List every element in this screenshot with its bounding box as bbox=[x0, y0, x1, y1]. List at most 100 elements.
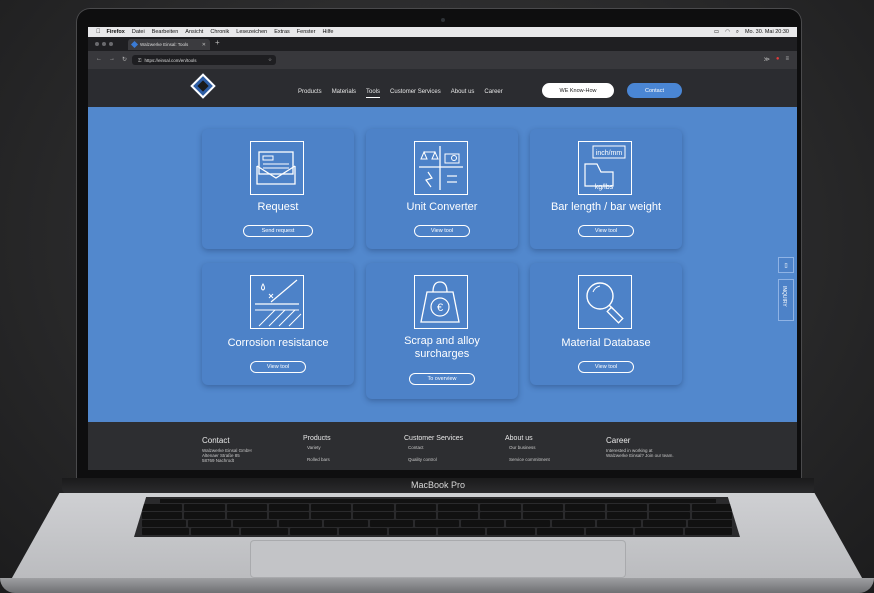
footer-career: Career Interested in working at Walzwerk… bbox=[606, 436, 674, 458]
close-window-icon[interactable] bbox=[95, 42, 99, 46]
extension-icon[interactable]: ≫ bbox=[764, 56, 770, 63]
favicon-icon bbox=[130, 40, 139, 49]
footer-heading[interactable]: Products bbox=[303, 435, 331, 442]
wifi-icon[interactable]: ◠ bbox=[725, 29, 730, 35]
site-logo[interactable] bbox=[190, 73, 216, 99]
converter-icon bbox=[414, 141, 468, 195]
view-tool-button[interactable]: View tool bbox=[250, 361, 306, 373]
address-bar[interactable]: ⚿ https://einsal.com/en/tools ☆ bbox=[132, 55, 276, 65]
footer-about: About us Our business Service commitment bbox=[505, 435, 550, 462]
inquiry-label: INQUIRY bbox=[781, 286, 787, 307]
site-header: Products Materials Tools Customer Servic… bbox=[88, 69, 797, 107]
card-title: Corrosion resistance bbox=[227, 337, 329, 349]
laptop-front-edge bbox=[0, 578, 874, 593]
tab-title: Walzwerke Einsal: Tools bbox=[140, 42, 189, 47]
nav-customer-services[interactable]: Customer Services bbox=[390, 89, 441, 98]
clock[interactable]: Mo. 30. Mai 20:30 bbox=[745, 29, 789, 35]
corrosion-icon bbox=[250, 275, 304, 329]
menu-fenster[interactable]: Fenster bbox=[297, 29, 316, 35]
footer-line: 58769 Nachrodt bbox=[202, 458, 235, 463]
menu-bearbeiten[interactable]: Bearbeiten bbox=[152, 29, 179, 35]
battery-icon[interactable]: ▭ bbox=[714, 29, 719, 35]
browser-tab[interactable]: Walzwerke Einsal: Tools ✕ bbox=[128, 39, 210, 50]
menu-chronik[interactable]: Chronik bbox=[210, 29, 229, 35]
menu-extras[interactable]: Extras bbox=[274, 29, 290, 35]
trackpad bbox=[250, 540, 626, 578]
tab-bar: Walzwerke Einsal: Tools ✕ + bbox=[88, 37, 797, 51]
nav-about-us[interactable]: About us bbox=[451, 89, 475, 98]
card-title: Material Database bbox=[561, 337, 651, 349]
footer-link[interactable]: Variety bbox=[307, 445, 331, 450]
footer-line: Walzwerke Einsal? Join our team. bbox=[606, 453, 674, 458]
touch-bar bbox=[160, 499, 716, 503]
footer-heading[interactable]: About us bbox=[505, 435, 550, 442]
footer-link[interactable]: Service commitment bbox=[509, 457, 550, 462]
reload-icon[interactable]: ↻ bbox=[122, 56, 127, 63]
mac-menubar:  Firefox Datei Bearbeiten Ansicht Chron… bbox=[88, 27, 797, 37]
apple-icon[interactable]:  bbox=[96, 29, 101, 35]
icon-label-top: inch/mm bbox=[596, 150, 623, 157]
magnifier-icon bbox=[578, 275, 632, 329]
extensions: ≫ ● ≡ bbox=[764, 56, 789, 63]
nav-buttons: ← → ↻ bbox=[96, 56, 127, 63]
lock-icon: ⚿ bbox=[138, 57, 142, 63]
footer-products: Products Variety Rolled bars bbox=[303, 435, 331, 462]
contact-button[interactable]: Contact bbox=[627, 83, 682, 98]
card-title: Bar length / bar weight bbox=[550, 201, 662, 213]
back-icon[interactable]: ← bbox=[96, 56, 102, 63]
footer-link[interactable]: Contact bbox=[408, 445, 463, 450]
site-footer: Contact Walzwerke Einsal GmbH Altenaer S… bbox=[88, 422, 797, 470]
footer-link[interactable]: Rolled bars bbox=[307, 457, 331, 462]
tool-card-bar-length: inch/mm kg/lbs Bar length / bar weight V… bbox=[530, 129, 682, 249]
close-tab-icon[interactable]: ✕ bbox=[202, 42, 206, 48]
svg-text:€: € bbox=[437, 302, 443, 314]
footer-link[interactable]: Our business bbox=[509, 445, 550, 450]
camera bbox=[441, 18, 445, 22]
url-toolbar: ← → ↻ ⚿ https://einsal.com/en/tools ☆ ≫ … bbox=[88, 51, 797, 69]
card-title: Request bbox=[257, 201, 299, 213]
send-request-button[interactable]: Send request bbox=[243, 225, 313, 237]
maximize-window-icon[interactable] bbox=[109, 42, 113, 46]
key-row bbox=[134, 528, 740, 535]
footer-contact: Contact Walzwerke Einsal GmbH Altenaer S… bbox=[202, 436, 252, 463]
nav-career[interactable]: Career bbox=[484, 89, 502, 98]
tool-card-corrosion: Corrosion resistance View tool bbox=[202, 263, 354, 385]
know-how-button[interactable]: WE Know-How bbox=[542, 83, 614, 98]
menu-hilfe[interactable]: Hilfe bbox=[322, 29, 333, 35]
menu-lesezeichen[interactable]: Lesezeichen bbox=[236, 29, 267, 35]
url-text[interactable]: https://einsal.com/en/tools bbox=[144, 58, 196, 63]
euro-weight-icon: € bbox=[414, 275, 468, 329]
forward-icon[interactable]: → bbox=[109, 56, 115, 63]
search-icon[interactable]: ⌕ bbox=[736, 29, 739, 36]
footer-heading[interactable]: Career bbox=[606, 436, 674, 445]
laptop-hinge: MacBook Pro bbox=[62, 478, 814, 494]
adblock-icon[interactable]: ● bbox=[776, 56, 780, 63]
main-nav: Products Materials Tools Customer Servic… bbox=[298, 89, 513, 98]
nav-products[interactable]: Products bbox=[298, 89, 322, 98]
key-row bbox=[134, 520, 740, 527]
view-tool-button[interactable]: View tool bbox=[578, 361, 634, 373]
menu-datei[interactable]: Datei bbox=[132, 29, 145, 35]
menu-firefox[interactable]: Firefox bbox=[107, 29, 125, 35]
menu-icon[interactable]: ≡ bbox=[785, 56, 789, 63]
key-row bbox=[134, 504, 740, 511]
side-info-icon[interactable]: ▯ bbox=[778, 257, 794, 273]
view-tool-button[interactable]: View tool bbox=[578, 225, 634, 237]
menu-ansicht[interactable]: Ansicht bbox=[185, 29, 203, 35]
card-title: Unit Converter bbox=[406, 201, 478, 213]
footer-heading[interactable]: Customer Services bbox=[404, 435, 463, 442]
window-controls bbox=[95, 42, 113, 46]
inquiry-side-button[interactable]: INQUIRY bbox=[778, 279, 794, 321]
footer-link[interactable]: Quality control bbox=[408, 457, 463, 462]
to-overview-button[interactable]: To overview bbox=[409, 373, 475, 385]
new-tab-icon[interactable]: + bbox=[215, 38, 220, 47]
minimize-window-icon[interactable] bbox=[102, 42, 106, 46]
icon-label-bottom: kg/lbs bbox=[595, 184, 614, 191]
tool-card-material-database: Material Database View tool bbox=[530, 263, 682, 385]
view-tool-button[interactable]: View tool bbox=[414, 225, 470, 237]
tools-section: Request Send request Unit Converter View… bbox=[88, 107, 797, 422]
footer-heading: Contact bbox=[202, 436, 230, 445]
bookmark-star-icon[interactable]: ☆ bbox=[268, 57, 272, 63]
nav-tools[interactable]: Tools bbox=[366, 89, 381, 98]
nav-materials[interactable]: Materials bbox=[332, 89, 356, 98]
